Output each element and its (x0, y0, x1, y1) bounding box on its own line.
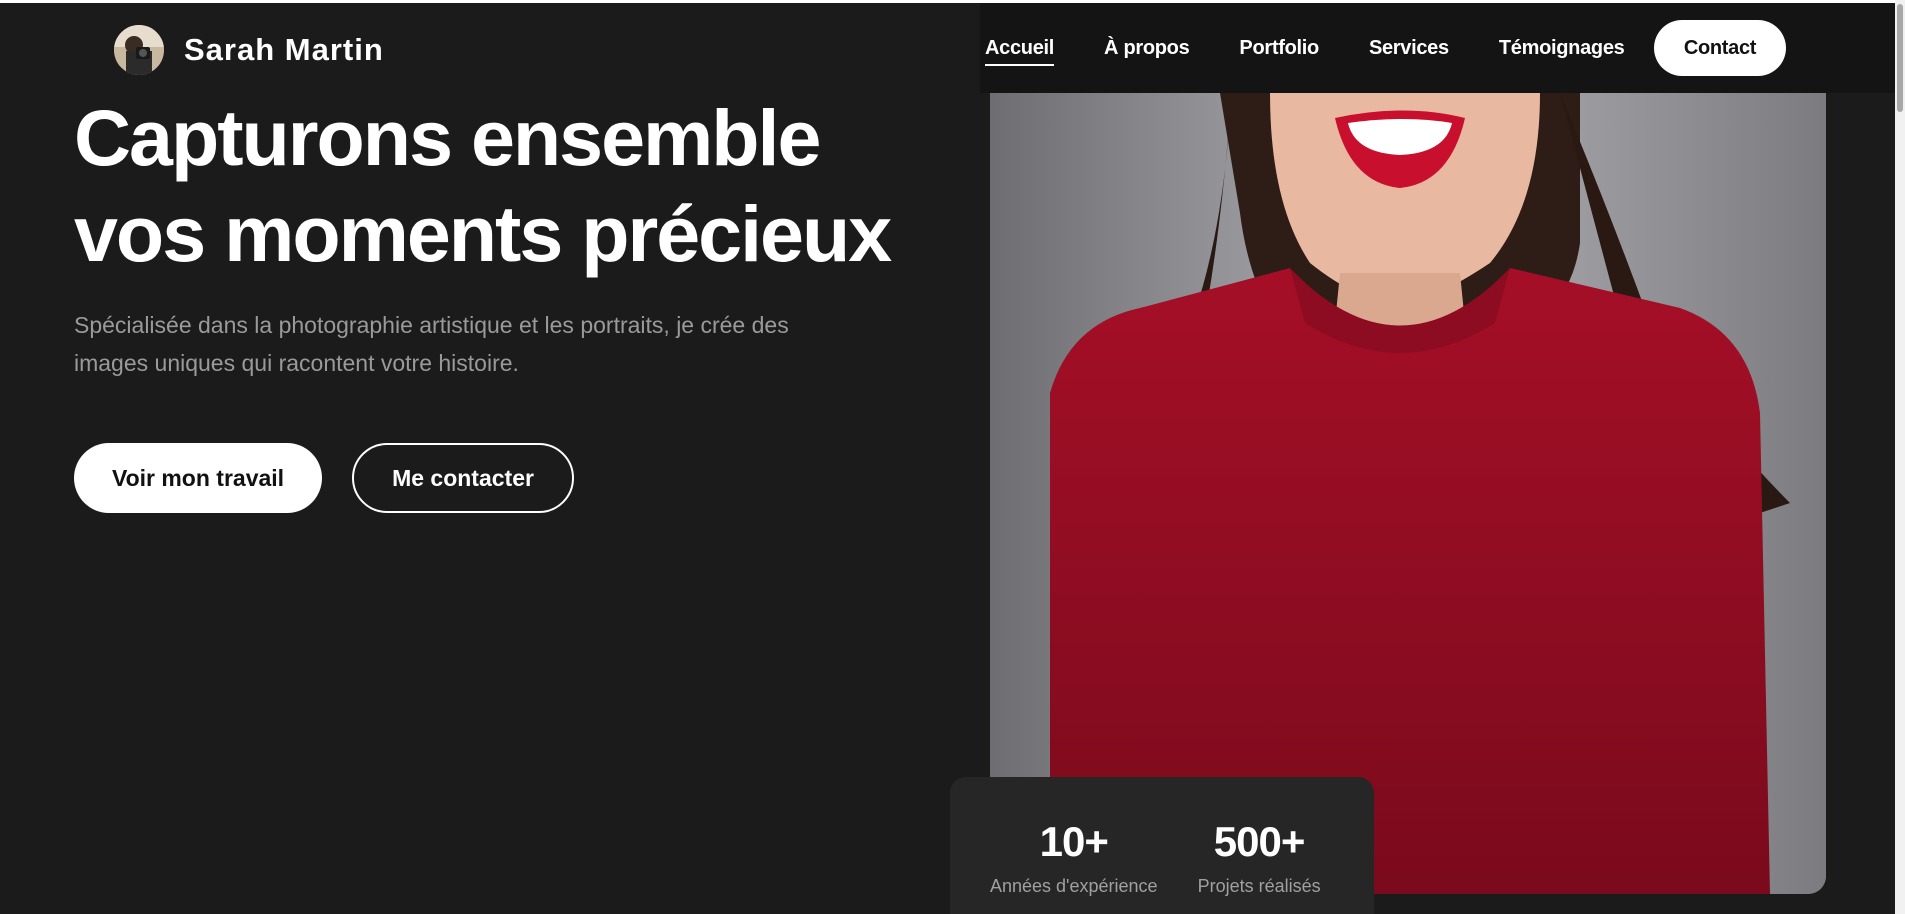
view-work-button[interactable]: Voir mon travail (74, 443, 322, 513)
nav-item-portfolio[interactable]: Portfolio (1239, 31, 1319, 66)
hero-portrait-photo (990, 93, 1826, 894)
site-header: Sarah Martin Accueil À propos Portfolio … (0, 3, 1895, 93)
stat-experience: 10+ Années d'expérience (990, 777, 1158, 914)
stat-label: Années d'expérience (990, 876, 1158, 896)
scrollbar-thumb[interactable] (1897, 4, 1903, 112)
hero-subtitle-line-1: Spécialisée dans la photographie artisti… (74, 312, 789, 338)
hero-subtitle: Spécialisée dans la photographie artisti… (74, 306, 834, 382)
portrait-illustration (990, 93, 1826, 894)
nav-item-services[interactable]: Services (1369, 31, 1449, 66)
brand[interactable]: Sarah Martin (114, 25, 384, 75)
contact-button[interactable]: Contact (1654, 20, 1786, 76)
brand-name: Sarah Martin (184, 32, 384, 67)
hero-title-line-1: Capturons ensemble (74, 93, 821, 182)
stat-value: 500+ (1213, 818, 1306, 865)
camera-photographer-avatar-icon (114, 25, 164, 75)
hero-title-line-2: vos moments précieux (74, 189, 892, 278)
stat-value: 10+ (1039, 818, 1109, 865)
main-nav: Accueil À propos Portfolio Services Témo… (985, 20, 1674, 76)
hero-subtitle-line-2: images uniques qui racontent votre histo… (74, 350, 519, 376)
stat-label: Projets réalisés (1197, 876, 1321, 896)
contact-me-button[interactable]: Me contacter (352, 443, 574, 513)
avatar (114, 25, 164, 75)
stat-projects: 500+ Projets réalisés (1198, 777, 1321, 914)
stats-card: 10+ Années d'expérience 500+ Projets réa… (950, 777, 1374, 914)
nav-item-a-propos[interactable]: À propos (1104, 31, 1190, 66)
nav-item-accueil[interactable]: Accueil (985, 31, 1054, 66)
page-scrollbar[interactable] (1895, 0, 1905, 914)
nav-item-temoignages[interactable]: Témoignages (1499, 31, 1625, 66)
hero-title: Capturons ensemble vos moments précieux (74, 90, 934, 282)
